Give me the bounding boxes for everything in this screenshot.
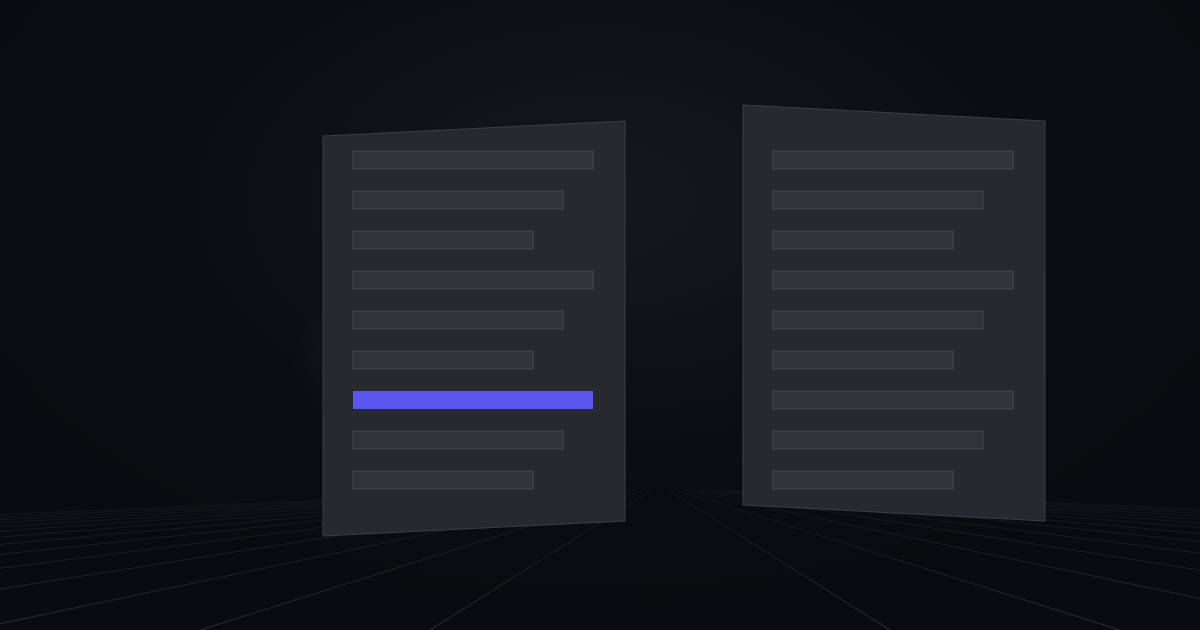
illustration-scene [0, 0, 1200, 630]
text-row-placeholder [352, 230, 534, 250]
text-row-placeholder [772, 270, 1014, 290]
text-row-placeholder [772, 190, 984, 210]
right-document [742, 104, 1046, 522]
text-row-placeholder [352, 430, 564, 450]
text-row-placeholder [352, 190, 564, 210]
text-row-placeholder [352, 470, 534, 490]
highlighted-row [353, 391, 593, 409]
text-row-placeholder [772, 470, 954, 490]
text-row-placeholder [772, 230, 954, 250]
text-row-placeholder [352, 310, 564, 330]
text-row-placeholder [352, 150, 594, 170]
text-row-placeholder [772, 350, 954, 370]
text-row-placeholder [352, 270, 594, 290]
documents-layer [322, 104, 1046, 537]
text-row-placeholder [772, 310, 984, 330]
text-row-placeholder [772, 430, 984, 450]
left-document [322, 120, 626, 537]
text-row-placeholder [352, 350, 534, 370]
text-row-placeholder [772, 150, 1014, 170]
text-row-placeholder [772, 390, 1014, 410]
